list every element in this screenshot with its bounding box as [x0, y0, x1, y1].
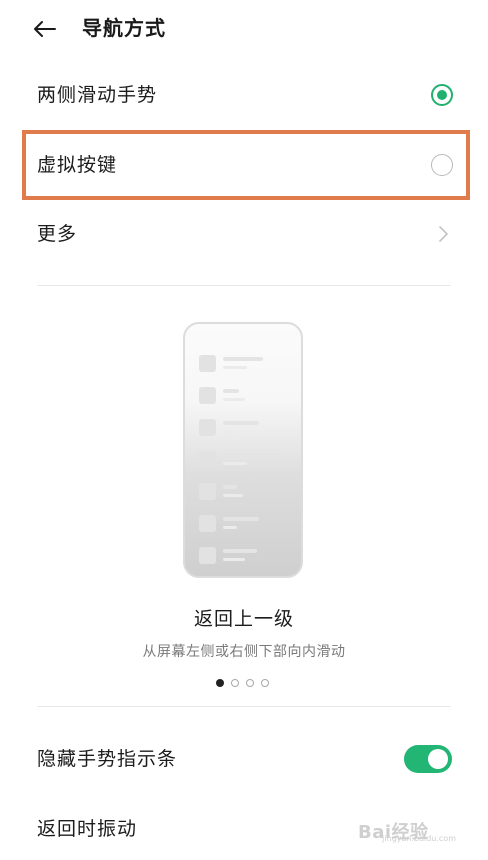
- chevron-right-icon: [439, 226, 448, 242]
- page-dot-active[interactable]: [216, 679, 224, 687]
- toggle-knob: [428, 749, 448, 769]
- gesture-preview-illustration: [183, 322, 303, 578]
- preview-subtitle: 从屏幕左侧或右侧下部向内滑动: [142, 644, 346, 660]
- preview-list-item: [199, 514, 289, 534]
- hide-indicator-row[interactable]: 隐藏手势指示条: [0, 725, 488, 793]
- preview-list-item: [199, 418, 289, 438]
- back-button[interactable]: [30, 14, 60, 44]
- preview-list-item: [199, 482, 289, 502]
- page-dot[interactable]: [261, 679, 269, 687]
- preview-list-item: [199, 354, 289, 374]
- page-dot[interactable]: [231, 679, 239, 687]
- divider: [37, 706, 451, 707]
- option-label: 两侧滑动手势: [37, 84, 158, 106]
- baidu-watermark: Bai经验 jingyan.baidu.com: [358, 812, 458, 846]
- arrow-left-icon: [34, 21, 56, 37]
- preview-title: 返回上一级: [193, 608, 294, 630]
- navigation-settings-screen: 导航方式 两侧滑动手势 虚拟按键 更多 返回上一级 从屏幕左侧或右侧下部向内滑动: [0, 0, 488, 860]
- page-dot[interactable]: [246, 679, 254, 687]
- preview-list-item: [199, 386, 289, 406]
- option-swipe-gesture[interactable]: 两侧滑动手势: [0, 61, 488, 129]
- page-indicator: [212, 679, 276, 689]
- hide-indicator-label: 隐藏手势指示条: [37, 748, 178, 770]
- top-bar: 导航方式: [0, 0, 488, 58]
- more-row[interactable]: 更多: [0, 200, 488, 268]
- divider: [37, 285, 451, 286]
- page-title: 导航方式: [82, 16, 166, 40]
- preview-list-item: [199, 450, 289, 470]
- radio-selected-icon[interactable]: [431, 84, 453, 106]
- highlight-annotation-box: [22, 130, 470, 200]
- watermark-sub: jingyan.baidu.com: [382, 834, 456, 843]
- back-vibration-label: 返回时振动: [37, 818, 138, 840]
- hide-indicator-toggle[interactable]: [404, 745, 452, 773]
- preview-list-item: [199, 546, 289, 566]
- more-label: 更多: [37, 223, 78, 245]
